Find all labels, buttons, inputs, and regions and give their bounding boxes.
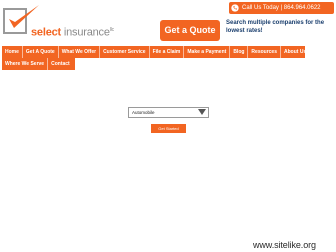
logo-word-insurance: insurance [63, 26, 110, 39]
logo-wordmark: select insurancellc [31, 24, 114, 39]
get-started-button[interactable]: Get Started [151, 124, 186, 133]
logo-word-select: select [31, 26, 61, 39]
insurance-type-selected: Automobile [132, 110, 155, 115]
dropdown-arrow-icon[interactable] [198, 109, 206, 115]
nav-item-get-a-quote[interactable]: Get A Quote [23, 46, 59, 58]
nav-row-1: Home Get A Quote What We Offer Customer … [2, 46, 306, 58]
nav-item-what-we-offer[interactable]: What We Offer [59, 46, 101, 58]
logo[interactable]: select insurancellc [3, 3, 131, 41]
nav-row-2: Where We Serve Contact [2, 58, 75, 70]
watermark-text: www.sitelike.org [253, 240, 316, 250]
nav-item-customer-service[interactable]: Customer Service [100, 46, 150, 58]
phone-icon [231, 4, 239, 12]
get-a-quote-button[interactable]: Get a Quote [160, 20, 220, 41]
nav-item-blog[interactable]: Blog [230, 46, 249, 58]
main-navigation: Home Get A Quote What We Offer Customer … [2, 46, 306, 70]
call-us-bar[interactable]: Call Us Today | 864.964.0622 [229, 2, 334, 14]
quote-tagline: Search multiple companies for the lowest… [226, 20, 325, 34]
call-us-text: Call Us Today | 864.964.0622 [242, 5, 321, 11]
nav-item-make-a-payment[interactable]: Make a Payment [184, 46, 231, 58]
nav-item-resources[interactable]: Resources [248, 46, 281, 58]
insurance-type-select[interactable]: Automobile [128, 107, 209, 118]
nav-item-file-a-claim[interactable]: File a Claim [150, 46, 185, 58]
nav-item-home[interactable]: Home [2, 46, 23, 58]
nav-item-contact[interactable]: Contact [48, 58, 73, 70]
logo-trademark: llc [109, 27, 114, 33]
nav-item-where-we-serve[interactable]: Where We Serve [2, 58, 49, 70]
nav-item-about-us[interactable]: About Us [281, 46, 309, 58]
